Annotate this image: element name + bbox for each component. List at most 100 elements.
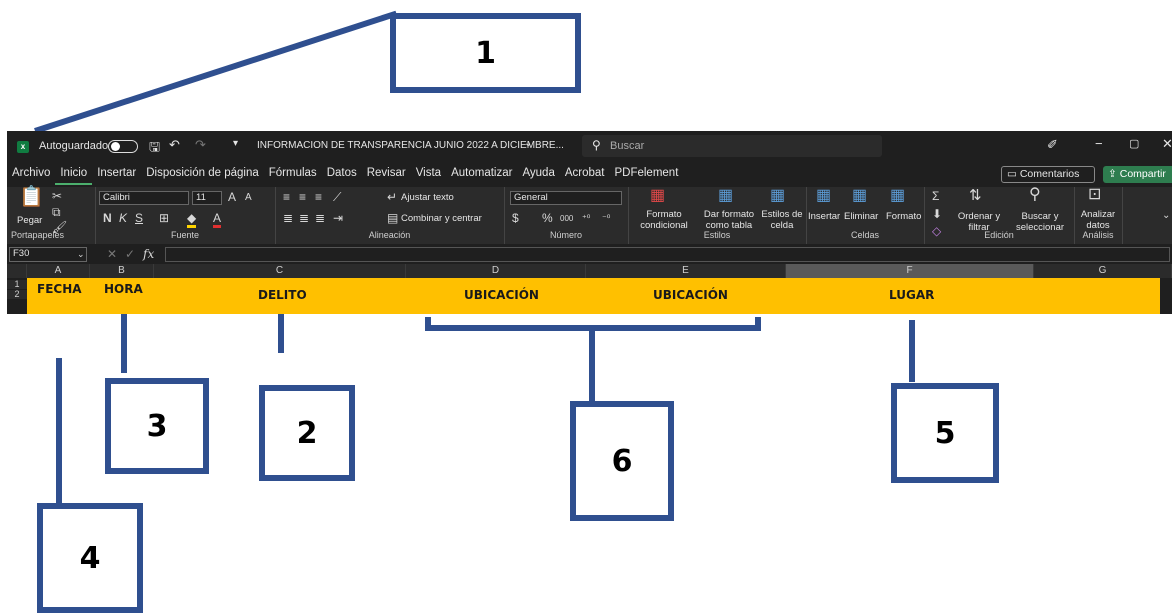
- find-select-icon[interactable]: ⚲: [1029, 187, 1041, 203]
- namebox-dropdown-icon[interactable]: ⌄: [77, 247, 85, 261]
- insert-cells-icon[interactable]: ▦: [816, 188, 831, 204]
- shrink-font-icon[interactable]: A: [245, 191, 252, 205]
- font-color-icon[interactable]: A: [213, 211, 222, 228]
- insert-cells-label[interactable]: Insertar: [808, 211, 840, 222]
- merge-icon[interactable]: ▤: [387, 211, 398, 225]
- tab-ayuda[interactable]: Ayuda: [517, 167, 559, 185]
- font-name-select[interactable]: Calibri: [99, 191, 189, 205]
- restore-icon[interactable]: ▢: [1129, 137, 1139, 150]
- row-header-1[interactable]: 1: [7, 280, 27, 289]
- close-icon[interactable]: ✕: [1162, 136, 1172, 152]
- grow-font-icon[interactable]: A: [228, 190, 236, 204]
- autosave-toggle[interactable]: [108, 140, 138, 153]
- underline-icon[interactable]: S: [135, 211, 143, 225]
- conditional-format-icon[interactable]: ▦: [650, 188, 665, 204]
- increase-decimal-icon[interactable]: ⁺⁰: [582, 211, 590, 225]
- tab-revisar[interactable]: Revisar: [362, 167, 411, 185]
- format-cells-label[interactable]: Formato: [886, 211, 921, 222]
- cell-ubicacion-e[interactable]: UBICACIÓN: [653, 288, 728, 302]
- fill-icon[interactable]: ⬇: [932, 207, 942, 221]
- format-table-icon[interactable]: ▦: [718, 188, 733, 204]
- cell-fecha[interactable]: FECHA: [37, 282, 82, 296]
- pen-icon[interactable]: ✐: [1047, 137, 1058, 153]
- tab-formulas[interactable]: Fórmulas: [264, 167, 322, 185]
- align-top-icon[interactable]: ≡: [283, 190, 290, 204]
- analyze-data-icon[interactable]: ⊡: [1088, 187, 1101, 203]
- customize-qat-icon[interactable]: ▾: [233, 138, 238, 149]
- merge-label[interactable]: Combinar y centrar: [401, 213, 482, 224]
- format-table-label[interactable]: Dar formato como tabla: [696, 209, 762, 231]
- align-bottom-icon[interactable]: ≡: [315, 190, 322, 204]
- share-button[interactable]: ⇪ Compartir: [1103, 166, 1172, 183]
- tab-insertar[interactable]: Insertar: [92, 167, 141, 185]
- file-title[interactable]: INFORMACION DE TRANSPARENCIA JUNIO 2022 …: [257, 140, 564, 151]
- tab-vista[interactable]: Vista: [411, 167, 446, 185]
- copy-icon[interactable]: ⧉: [52, 205, 61, 219]
- align-middle-icon[interactable]: ≡: [299, 190, 306, 204]
- cancel-formula-icon[interactable]: ✕: [107, 247, 117, 261]
- insert-function-icon[interactable]: fx: [143, 247, 154, 261]
- tab-archivo[interactable]: Archivo: [7, 167, 55, 185]
- column-header-b[interactable]: B: [90, 264, 154, 278]
- comments-button[interactable]: ▭ Comentarios: [1001, 166, 1095, 183]
- wrap-text-label[interactable]: Ajustar texto: [401, 192, 454, 203]
- font-size-select[interactable]: 11: [192, 191, 222, 205]
- sort-filter-icon[interactable]: ⇅: [969, 188, 982, 203]
- column-header-a[interactable]: A: [27, 264, 90, 278]
- cell-hora[interactable]: HORA: [104, 282, 143, 296]
- tab-disposicion[interactable]: Disposición de página: [141, 167, 264, 185]
- row-header-2[interactable]: 2: [7, 290, 27, 299]
- enter-formula-icon[interactable]: ✓: [125, 247, 135, 261]
- currency-icon[interactable]: $: [512, 211, 519, 225]
- column-header-g[interactable]: G: [1034, 264, 1172, 278]
- italic-icon[interactable]: K: [119, 211, 127, 225]
- tab-inicio[interactable]: Inicio: [55, 167, 93, 185]
- analyze-data-label[interactable]: Analizar datos: [1074, 209, 1122, 231]
- redo-icon[interactable]: ↷: [195, 137, 206, 153]
- pointer-line-1: [34, 10, 398, 134]
- column-header-e[interactable]: E: [586, 264, 786, 278]
- cell-styles-label[interactable]: Estilos de celda: [760, 209, 804, 231]
- decrease-decimal-icon[interactable]: ⁻⁰: [602, 211, 610, 225]
- name-box[interactable]: F30: [9, 247, 87, 262]
- tab-automatizar[interactable]: Automatizar: [446, 167, 517, 185]
- select-all-corner[interactable]: [7, 264, 27, 278]
- delete-cells-label[interactable]: Eliminar: [844, 211, 878, 222]
- collapse-ribbon-icon[interactable]: ⌄: [1162, 209, 1170, 223]
- cut-icon[interactable]: ✂: [52, 189, 62, 203]
- paste-icon[interactable]: 📋: [19, 187, 44, 207]
- conditional-format-label[interactable]: Formato condicional: [632, 209, 696, 231]
- formula-input[interactable]: [165, 247, 1170, 262]
- bold-icon[interactable]: N: [103, 211, 112, 225]
- align-center-icon[interactable]: ≣: [299, 211, 309, 225]
- cell-delito[interactable]: DELITO: [258, 288, 307, 302]
- undo-icon[interactable]: ↶: [169, 137, 180, 153]
- wrap-text-icon[interactable]: ↵: [387, 190, 397, 204]
- tab-acrobat[interactable]: Acrobat: [560, 167, 610, 185]
- paste-label[interactable]: Pegar: [17, 215, 42, 226]
- thousands-icon[interactable]: 000: [560, 212, 573, 226]
- column-header-f[interactable]: F: [786, 264, 1034, 278]
- fill-color-icon[interactable]: ◆: [187, 211, 197, 228]
- save-icon[interactable]: 🖫: [149, 138, 160, 160]
- cell-lugar[interactable]: LUGAR: [889, 288, 934, 302]
- delete-cells-icon[interactable]: ▦: [852, 188, 867, 204]
- cell-styles-icon[interactable]: ▦: [770, 188, 785, 204]
- align-right-icon[interactable]: ≣: [315, 211, 325, 225]
- minimize-icon[interactable]: −: [1095, 136, 1103, 151]
- tab-pdfelement[interactable]: PDFelement: [609, 167, 683, 185]
- cell-ubicacion-d[interactable]: UBICACIÓN: [464, 288, 539, 302]
- column-header-d[interactable]: D: [406, 264, 586, 278]
- orientation-icon[interactable]: ⟋: [333, 190, 341, 204]
- borders-icon[interactable]: ⊞: [159, 211, 169, 225]
- format-cells-icon[interactable]: ▦: [890, 188, 905, 204]
- search-box[interactable]: ⚲ Buscar: [582, 135, 882, 157]
- tab-datos[interactable]: Datos: [322, 167, 362, 185]
- autosum-icon[interactable]: Σ: [932, 189, 939, 203]
- column-header-c[interactable]: C: [154, 264, 406, 278]
- indent-icon[interactable]: ⇥: [333, 211, 343, 225]
- align-left-icon[interactable]: ≣: [283, 211, 293, 225]
- title-dropdown-icon[interactable]: ⌄: [524, 138, 532, 149]
- percent-icon[interactable]: %: [542, 211, 553, 225]
- number-format-select[interactable]: General: [510, 191, 622, 205]
